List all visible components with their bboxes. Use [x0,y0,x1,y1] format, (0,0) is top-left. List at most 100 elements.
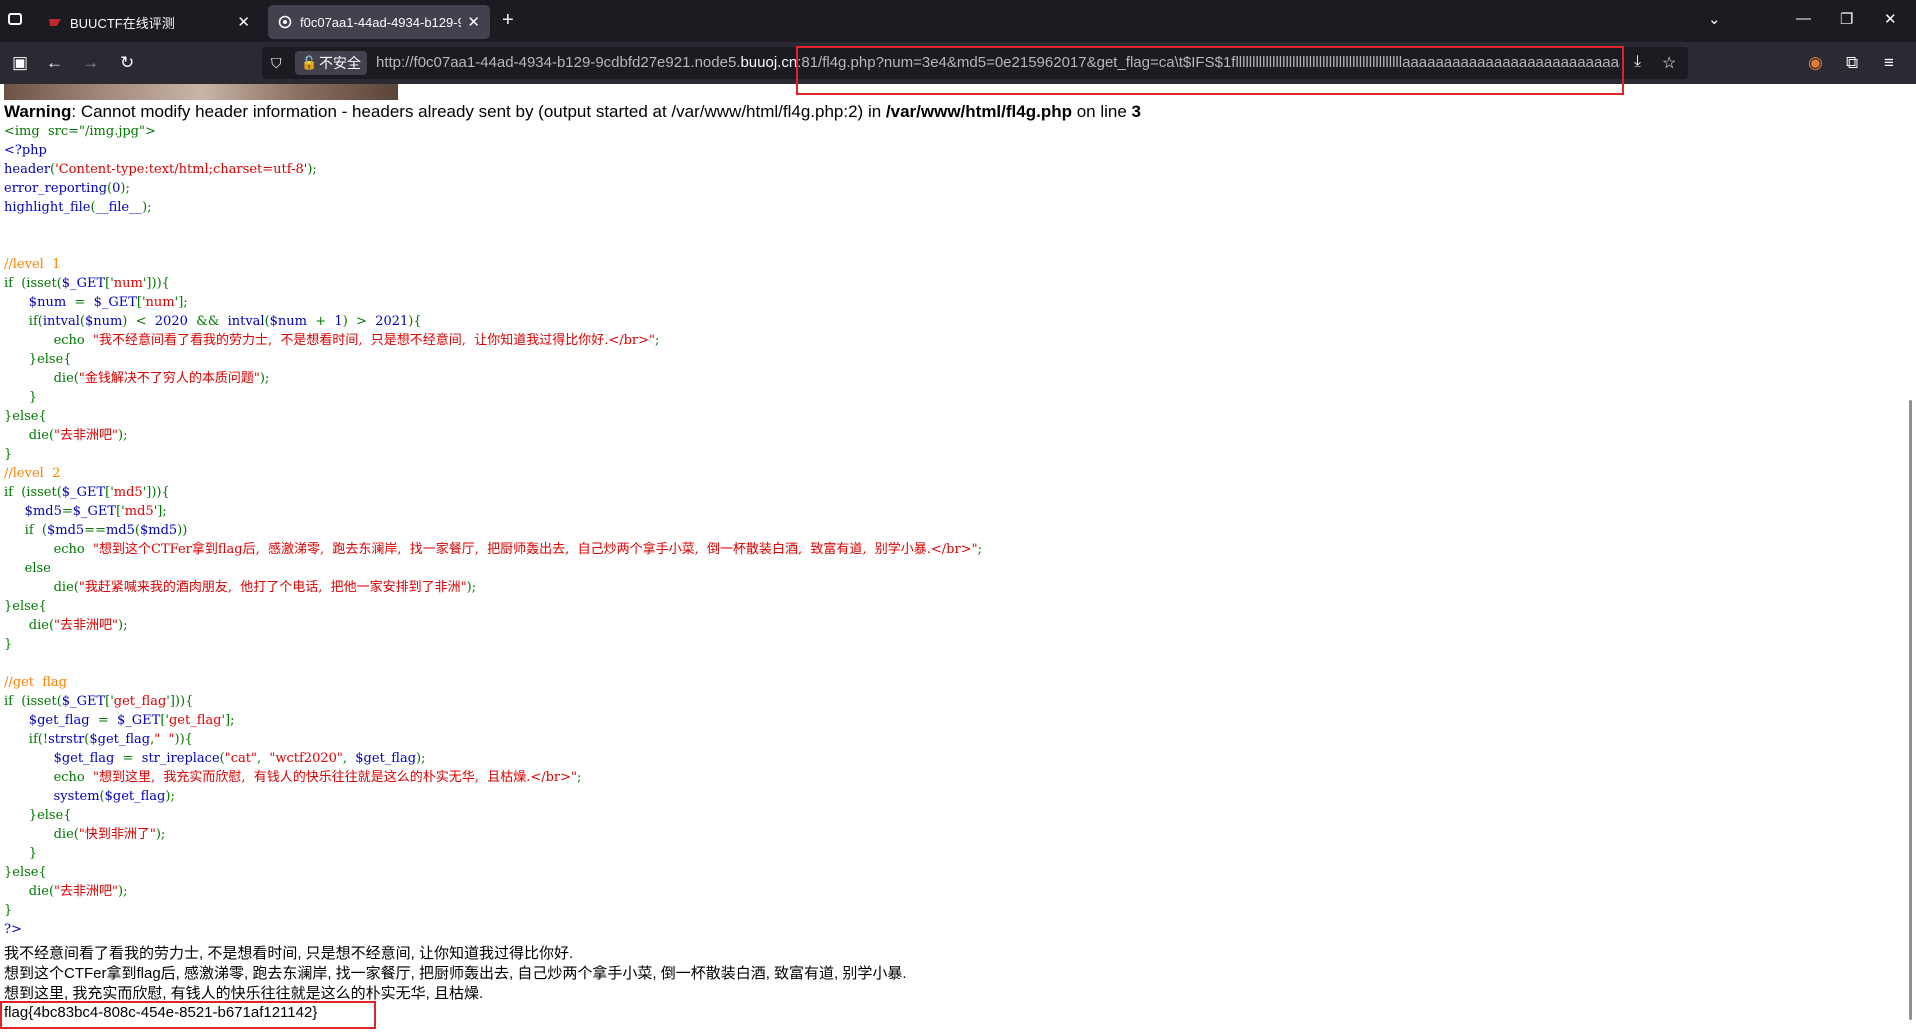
code-token: highlight_file [4,200,91,215]
code-token: str_ireplace [141,751,220,766]
close-tab-icon[interactable]: ✕ [237,13,250,31]
code-token: $get_flag [28,713,90,728]
code-token: 1 [334,314,343,329]
code-line: die("去非洲吧"); [4,426,128,445]
code-token: $_GET [61,485,106,500]
close-tab-icon[interactable]: ✕ [467,13,480,31]
back-icon[interactable]: ← [46,53,63,73]
code-token: ); [165,789,175,804]
code-token: '] [142,276,152,291]
flag-highlight-box [0,1001,376,1029]
code-token: <img src="/img.jpg"> [4,124,156,139]
code-token: }else{ [4,409,47,424]
code-line: die("我赶紧喊来我的酒肉朋友, 他打了个电话, 把他一家安排到了非洲"); [4,578,476,597]
code-token: " " [154,732,175,747]
code-line: if(!strstr($get_flag," ")){ [4,730,193,749]
code-line: <img src="/img.jpg"> [4,122,156,141]
tab-bar: BUUCTF在线评测 ✕ f0c07aa1-44ad-4934-b129-9c … [0,0,1916,42]
code-line: error_reporting(0); [4,179,130,198]
reload-icon[interactable]: ↻ [120,53,134,73]
code-token: )){ [174,694,194,709]
code-token: else [4,561,51,576]
code-token: '] [166,694,175,709]
code-token: [' [105,485,114,500]
code-token: system [53,789,100,804]
code-token: if ( [4,523,47,538]
code-token: __file__ [95,200,143,215]
code-token: "cat" [224,751,257,766]
code-line: header('Content-type:text/html;charset=u… [4,160,317,179]
page-favicon-icon [278,15,292,29]
security-indicator[interactable]: 🔓 不安全 [295,51,367,75]
code-token: num [145,295,175,310]
minimize-icon[interactable]: — [1796,10,1811,27]
tab-title: f0c07aa1-44ad-4934-b129-9c [300,14,462,30]
code-token: }else{ [4,352,72,367]
code-token: ); [416,751,426,766]
code-token: }else{ [4,808,72,823]
code-line: if (isset($_GET['num'])){ [4,274,170,293]
code-token: if( [4,314,43,329]
code-token: , [342,751,356,766]
code-token: ); [307,162,317,177]
tab-title: BUUCTF在线评测 [70,15,175,31]
code-token: 'Content-type:text/html;charset=utf-8' [55,162,308,177]
code-token: $get_flag [53,751,115,766]
code-token: [' [136,295,146,310]
code-token: "我赶紧喊来我的酒肉朋友, 他打了个电话, 把他一家安排到了非洲" [78,580,467,595]
code-line: echo "想到这里, 我充实而欣慰, 有钱人的快乐往往就是这么的朴实无华, 且… [4,768,582,787]
code-token: "想到这个CTFer拿到flag后, 感激涕零, 跑去东澜岸, 找一家餐厅, 把… [93,542,978,557]
sidebar-icon[interactable]: ▣ [12,53,28,73]
menu-icon[interactable]: ≡ [1884,53,1894,73]
code-token: die( [4,884,55,899]
code-token: ); [142,200,152,215]
code-token: = [61,504,73,519]
code-token: $md5 [46,523,85,538]
new-tab-icon[interactable]: + [502,9,514,32]
code-token: "金钱解决不了穷人的本质问题" [78,371,260,386]
warning-file: /var/www/html/fl4g.php [885,102,1072,121]
close-window-icon[interactable]: ✕ [1884,10,1897,28]
code-token: header [4,162,51,177]
code-token: "快到非洲了" [78,827,156,842]
code-line: }else{ [4,806,72,825]
tab-overflow-chevron-icon[interactable]: ⌄ [1708,10,1721,28]
code-token: ; [577,770,582,785]
code-token: ?> [4,922,22,937]
code-token: ){ [408,314,422,329]
code-token: [' [105,694,114,709]
tab-buuctf[interactable]: BUUCTF在线评测 ✕ [38,5,260,39]
code-line: $num = $_GET['num']; [4,293,188,312]
forward-icon[interactable]: → [82,53,99,73]
code-token: die( [4,428,55,443]
code-token: <?php [4,143,47,158]
code-line: } [4,445,12,464]
code-line: ?> [4,920,22,939]
code-line: if(intval($num) < 2020 && intval($num + … [4,312,422,331]
code-token: get_flag [113,694,167,709]
extensions-puzzle-icon[interactable]: ⧉ [1846,53,1858,73]
code-token: ); [118,428,128,443]
code-token: "去非洲吧" [54,618,119,633]
security-label: 不安全 [319,55,361,71]
restore-icon[interactable]: ❐ [1840,10,1853,28]
php-warning: Warning: Cannot modify header informatio… [4,102,1141,122]
code-token: if (isset( [4,694,62,709]
tab-fl4g[interactable]: f0c07aa1-44ad-4934-b129-9c ✕ [268,5,490,39]
code-line: die("去非洲吧"); [4,882,128,901]
code-token: $_GET [61,694,106,709]
extension-icon[interactable]: ◉ [1808,53,1823,73]
tracking-shield-icon[interactable]: ⛉ [271,55,282,72]
warning-on-line: on line [1071,102,1132,121]
tab-list-icon[interactable] [8,13,22,25]
save-page-icon[interactable]: ⤓ [1634,53,1641,71]
code-token: )){ [151,276,170,291]
code-token: ) > [342,314,376,329]
code-token: + [307,314,335,329]
code-token: ); [466,580,477,595]
page-scrollbar[interactable] [1909,400,1912,1020]
bookmark-star-icon[interactable]: ☆ [1662,53,1676,73]
